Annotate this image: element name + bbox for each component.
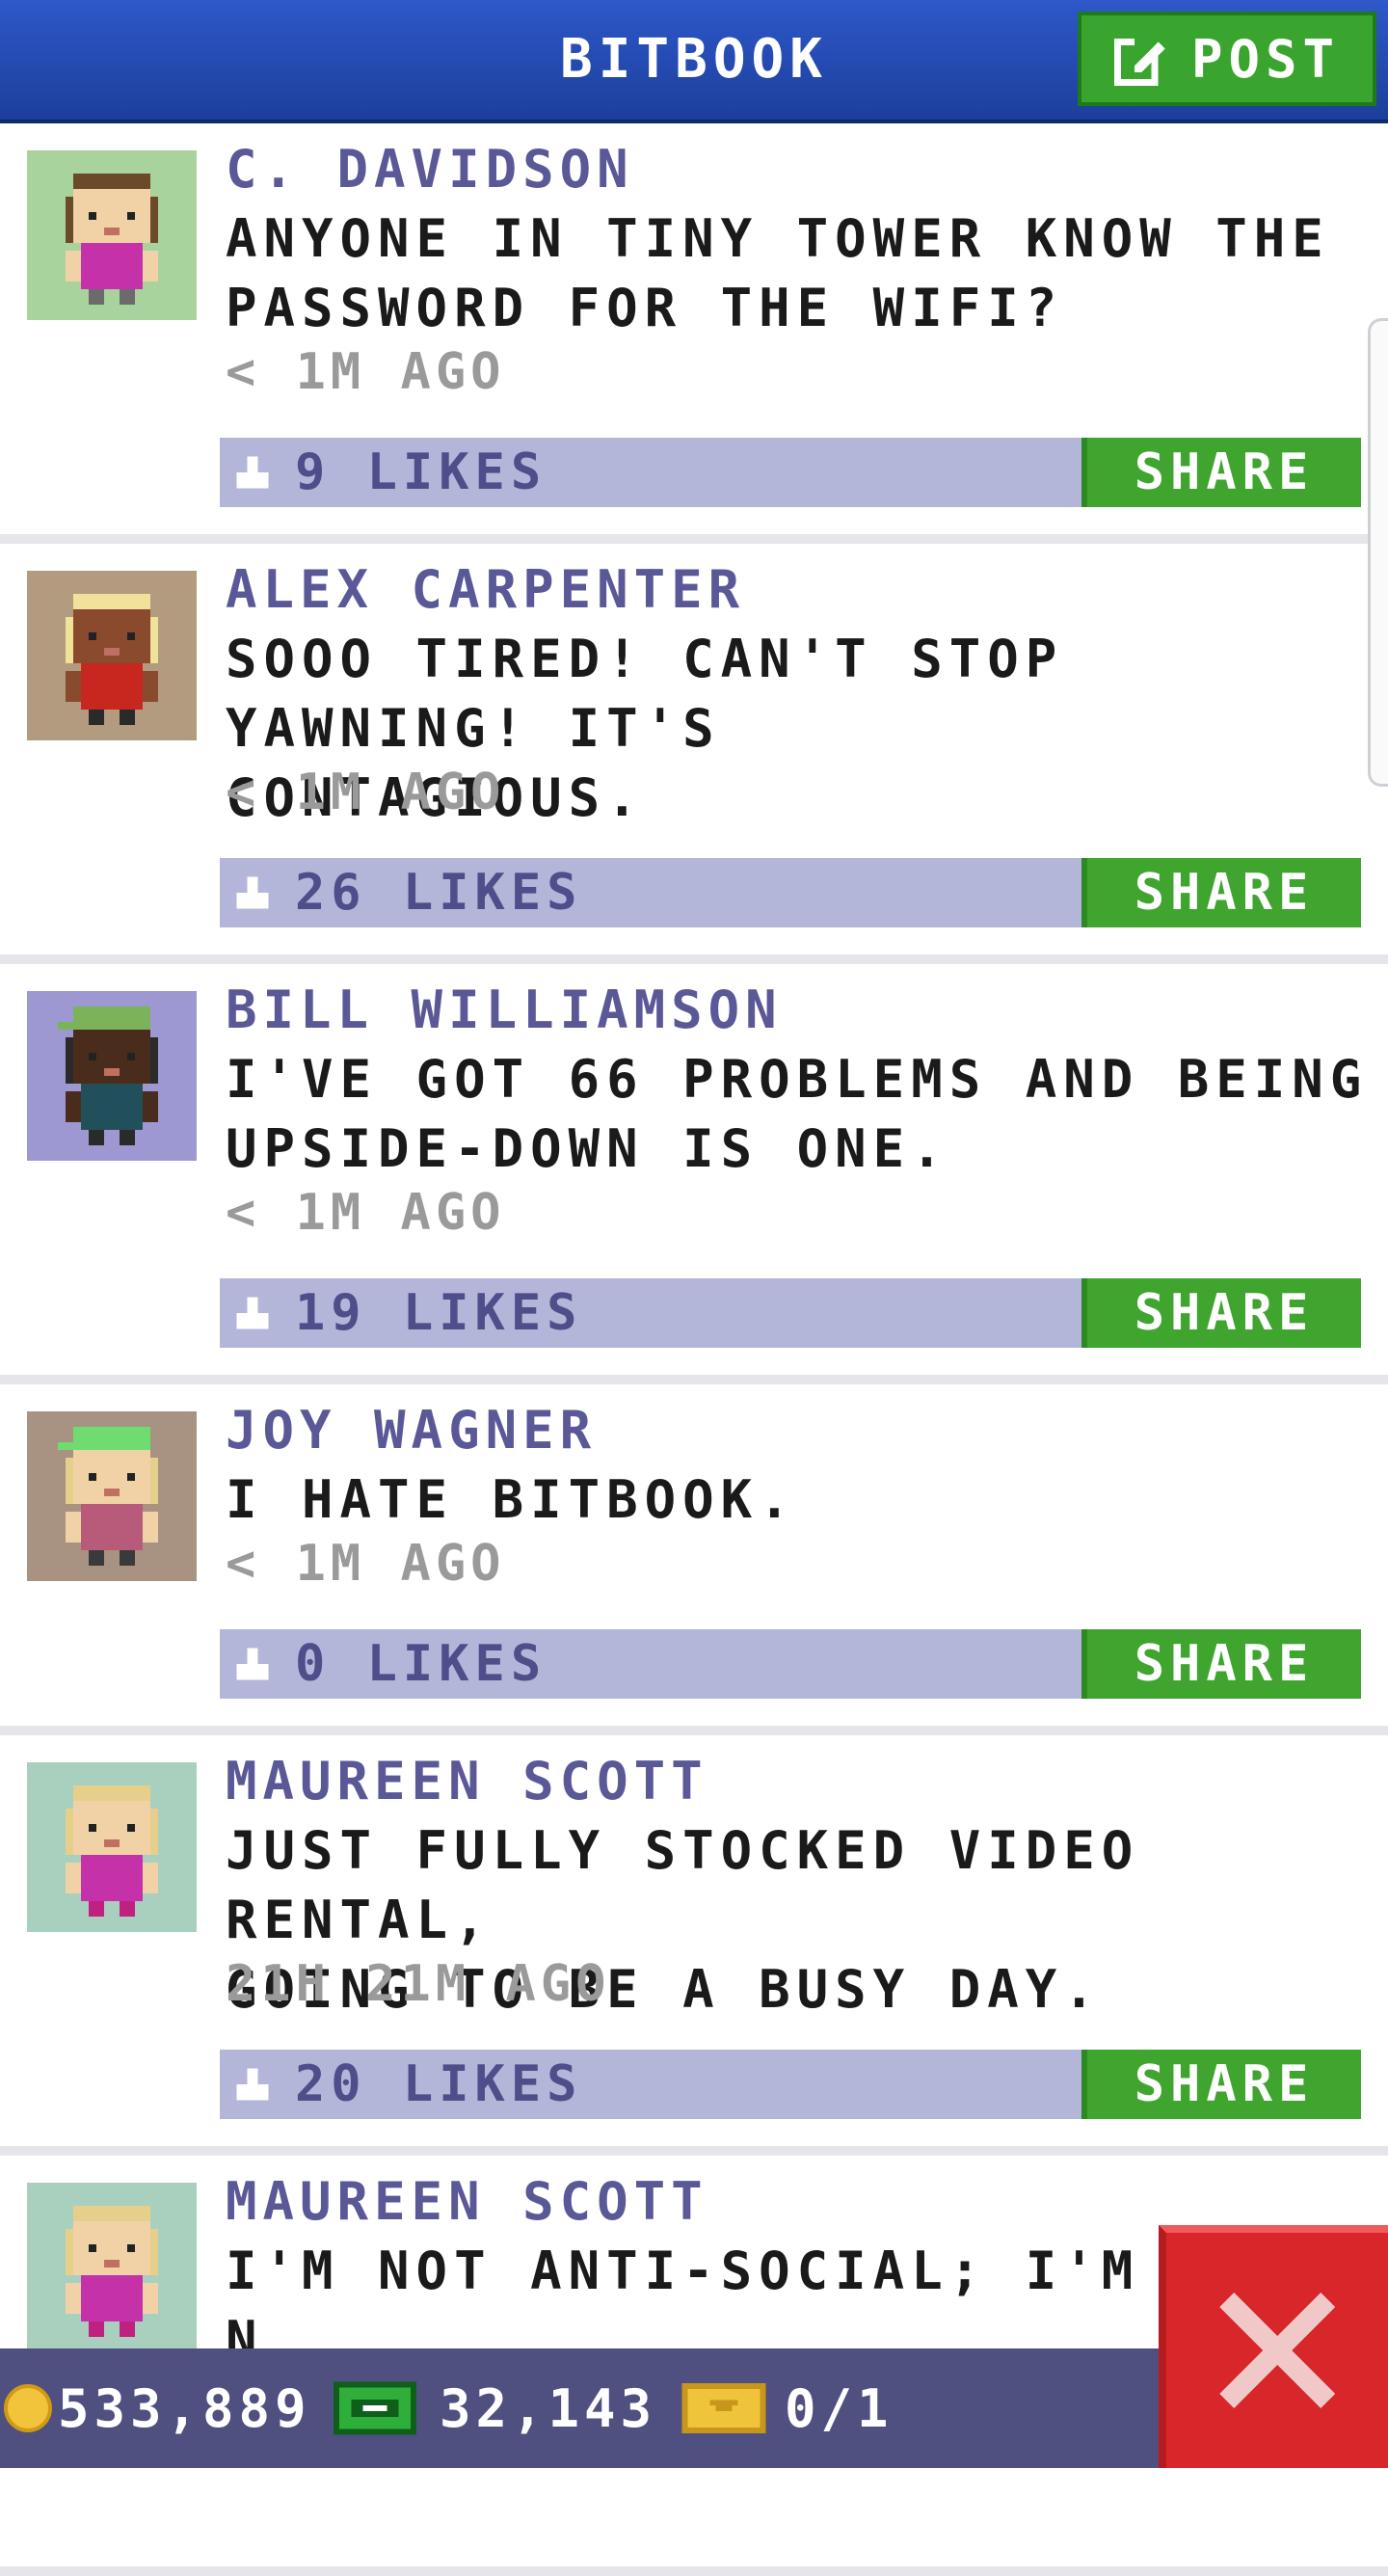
avatar-image: [27, 571, 197, 740]
thumbs-up-icon[interactable]: [231, 451, 274, 494]
header-bar: BITBOOK POST: [0, 0, 1388, 123]
bux-icon: [334, 2381, 416, 2435]
thumbs-up-icon[interactable]: [231, 2063, 274, 2106]
post-button[interactable]: POST: [1078, 12, 1376, 106]
feed-list[interactable]: C. DAVIDSON ANYONE IN TINY TOWER KNOW TH…: [0, 123, 1388, 2576]
coins-stat: 533,889: [4, 2348, 311, 2468]
bux-stat[interactable]: 32,143: [334, 2348, 656, 2468]
edit-icon: [1113, 35, 1165, 86]
post-time: 21H 21M AGO: [226, 1955, 611, 2013]
close-button[interactable]: [1159, 2225, 1388, 2468]
tickets-stat[interactable]: 0/1: [681, 2348, 894, 2468]
avatar[interactable]: [27, 571, 197, 740]
feed-post: ALEX CARPENTER SOOO TIRED! CAN'T STOP YA…: [0, 544, 1388, 964]
feed-post: BILL WILLIAMSON I'VE GOT 66 PROBLEMS AND…: [0, 964, 1388, 1384]
tickets-value: 0/1: [785, 2377, 894, 2439]
post-message: I'VE GOT 66 PROBLEMS AND BEING UPSIDE-DO…: [226, 1049, 1369, 1179]
thumbs-up-icon[interactable]: [231, 1292, 274, 1334]
likes-bar: 26 LIKES SHARE: [220, 858, 1361, 927]
post-time: < 1M AGO: [226, 1184, 506, 1242]
thumbs-up-icon[interactable]: [231, 1643, 274, 1685]
avatar-image: [27, 991, 197, 1161]
likes-count: 0 LIKES: [295, 1635, 547, 1693]
post-message: ANYONE IN TINY TOWER KNOW THE PASSWORD F…: [226, 208, 1330, 338]
avatar[interactable]: [27, 991, 197, 1161]
thumbs-up-icon[interactable]: [231, 872, 274, 914]
avatar-image: [27, 1411, 197, 1581]
likes-bar: 9 LIKES SHARE: [220, 438, 1361, 507]
likes-count: 9 LIKES: [295, 443, 547, 501]
share-button[interactable]: SHARE: [1081, 438, 1361, 507]
share-button[interactable]: SHARE: [1081, 1278, 1361, 1348]
avatar[interactable]: [27, 1411, 197, 1581]
avatar[interactable]: [27, 2183, 197, 2352]
post-author[interactable]: ALEX CARPENTER: [226, 559, 745, 620]
post-time: < 1M AGO: [226, 1535, 506, 1593]
feed-post: MAUREEN SCOTT JUST FULLY STOCKED VIDEO R…: [0, 1735, 1388, 2156]
post-author[interactable]: MAUREEN SCOTT: [226, 2171, 708, 2232]
likes-count: 19 LIKES: [295, 1284, 583, 1342]
close-icon: [1219, 2293, 1335, 2408]
likes-bar: 20 LIKES SHARE: [220, 2050, 1361, 2119]
likes-bar: 0 LIKES SHARE: [220, 1629, 1361, 1699]
ticket-icon: [681, 2383, 766, 2433]
likes-bar: 19 LIKES SHARE: [220, 1278, 1361, 1348]
share-button[interactable]: SHARE: [1081, 1629, 1361, 1699]
avatar-image: [27, 1762, 197, 1932]
likes-count: 20 LIKES: [295, 2055, 583, 2113]
scrollbar[interactable]: [1368, 318, 1388, 787]
avatar[interactable]: [27, 1762, 197, 1932]
post-author[interactable]: MAUREEN SCOTT: [226, 1751, 708, 1811]
share-button[interactable]: SHARE: [1081, 858, 1361, 927]
coins-value: 533,889: [58, 2377, 311, 2439]
coin-icon: [4, 2384, 52, 2432]
avatar[interactable]: [27, 150, 197, 320]
feed-post: JOY WAGNER I HATE BITBOOK. < 1M AGO 0 LI…: [0, 1384, 1388, 1735]
feed-post: C. DAVIDSON ANYONE IN TINY TOWER KNOW TH…: [0, 123, 1388, 544]
post-author[interactable]: JOY WAGNER: [226, 1400, 597, 1461]
post-author[interactable]: BILL WILLIAMSON: [226, 979, 783, 1040]
avatar-image: [27, 2183, 197, 2352]
post-message: I HATE BITBOOK.: [226, 1469, 797, 1530]
bux-value: 32,143: [440, 2377, 657, 2439]
likes-count: 26 LIKES: [295, 864, 583, 922]
post-button-label: POST: [1190, 28, 1341, 90]
post-time: < 1M AGO: [226, 343, 506, 401]
post-time: < 1M AGO: [226, 764, 506, 821]
post-author[interactable]: C. DAVIDSON: [226, 139, 634, 200]
avatar-image: [27, 150, 197, 320]
share-button[interactable]: SHARE: [1081, 2050, 1361, 2119]
